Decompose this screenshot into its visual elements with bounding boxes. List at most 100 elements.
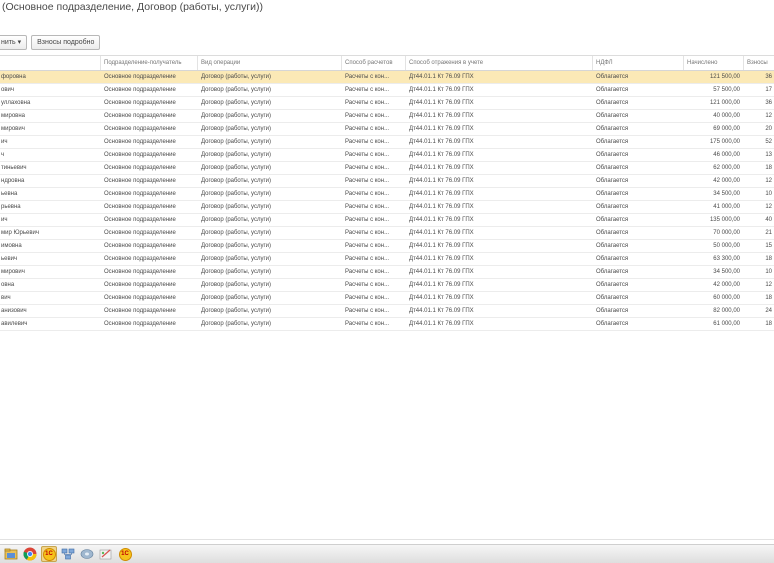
accounting-cell: Дт44.01.1 Кт 76.09 ГПХ — [409, 217, 474, 223]
chrome-icon[interactable] — [22, 546, 38, 562]
column-header-operation[interactable]: Вид операции — [197, 56, 341, 70]
column-header-ndfl[interactable]: НДФЛ — [592, 56, 683, 70]
contributions-cell: 15 — [765, 243, 772, 249]
accounting-cell: Дт44.01.1 Кт 76.09 ГПХ — [409, 269, 474, 275]
payment-method-cell: Расчеты с кон... — [345, 165, 390, 171]
table-row[interactable]: имовна Основное подразделение Договор (раб… — [0, 240, 774, 253]
disk-tool-icon[interactable] — [79, 546, 95, 562]
contributions-cell: 20 — [765, 126, 772, 132]
table-row[interactable]: мирович Основное подразделение Договор (ра… — [0, 123, 774, 136]
accrued-cell: 41 000,00 — [713, 204, 740, 210]
accrued-cell: 57 500,00 — [713, 87, 740, 93]
table-row[interactable]: мировна Основное подразделение Договор (ра… — [0, 110, 774, 123]
network-icon[interactable] — [60, 546, 76, 562]
operation-cell: Договор (работы, услуги) — [201, 282, 272, 288]
operation-cell: Договор (работы, услуги) — [201, 139, 272, 145]
column-header-contributions[interactable]: Взносы — [743, 56, 774, 70]
table-row[interactable]: ич Основное подразделение Договор (работы,… — [0, 214, 774, 227]
ndfl-cell: Облагается — [596, 243, 629, 249]
accounting-cell: Дт44.01.1 Кт 76.09 ГПХ — [409, 126, 474, 132]
table-row[interactable]: вич Основное подразделение Договор (работы… — [0, 292, 774, 305]
contributions-cell: 36 — [765, 100, 772, 106]
accrued-cell: 175 000,00 — [709, 139, 740, 145]
table-row[interactable]: мир Юрьевич Основное подразделение Договор… — [0, 227, 774, 240]
table-row[interactable]: тиньевич Основное подразделение Договор (р… — [0, 162, 774, 175]
department-cell: Основное подразделение — [104, 282, 176, 288]
1c-enterprise-icon[interactable]: 1С — [117, 546, 133, 562]
table-row[interactable]: ович Основное подразделение Договор (работ… — [0, 84, 774, 97]
ndfl-cell: Облагается — [596, 256, 629, 262]
person-cell: имовна — [1, 243, 22, 249]
table-row[interactable]: ндровна Основное подразделение Договор (ра… — [0, 175, 774, 188]
accrued-cell: 69 000,00 — [713, 126, 740, 132]
contributions-cell: 36 — [765, 74, 772, 80]
taskbar: 1С 1С — [0, 544, 774, 563]
person-cell: мирович — [1, 269, 25, 275]
contributions-details-button[interactable]: Взносы подробно — [31, 35, 101, 50]
accrued-cell: 42 000,00 — [713, 282, 740, 288]
fill-dropdown-button[interactable]: нить ▾ — [0, 35, 28, 50]
payment-method-cell: Расчеты с кон... — [345, 126, 390, 132]
column-header-payment-method[interactable]: Способ расчетов — [341, 56, 405, 70]
ndfl-cell: Облагается — [596, 269, 629, 275]
table-row-selected[interactable]: форовна Основное подразделение Договор (ра… — [0, 71, 774, 84]
ndfl-cell: Облагается — [596, 87, 629, 93]
department-cell: Основное подразделение — [104, 126, 176, 132]
accrued-cell: 46 000,00 — [713, 152, 740, 158]
table-row[interactable]: ч Основное подразделение Договор (работы, … — [0, 149, 774, 162]
contributions-cell: 21 — [765, 230, 772, 236]
status-divider — [0, 539, 774, 540]
table-row[interactable]: рьевна Основное подразделение Договор (раб… — [0, 201, 774, 214]
accounting-cell: Дт44.01.1 Кт 76.09 ГПХ — [409, 204, 474, 210]
accrued-cell: 135 000,00 — [709, 217, 740, 223]
accounting-cell: Дт44.01.1 Кт 76.09 ГПХ — [409, 230, 474, 236]
accounting-cell: Дт44.01.1 Кт 76.09 ГПХ — [409, 87, 474, 93]
table-row[interactable]: уллаховна Основное подразделение Договор (… — [0, 97, 774, 110]
table-row[interactable]: мирович Основное подразделение Договор (ра… — [0, 266, 774, 279]
person-cell: форовна — [1, 74, 26, 80]
accrued-cell: 40 000,00 — [713, 113, 740, 119]
contributions-cell: 18 — [765, 256, 772, 262]
accruals-table: Подразделение-получатель Вид операции Сп… — [0, 55, 774, 331]
paint-icon[interactable] — [98, 546, 114, 562]
contributions-cell: 24 — [765, 308, 772, 314]
operation-cell: Договор (работы, услуги) — [201, 204, 272, 210]
payment-method-cell: Расчеты с кон... — [345, 269, 390, 275]
ndfl-cell: Облагается — [596, 165, 629, 171]
person-cell: мировна — [1, 113, 25, 119]
accrued-cell: 61 000,00 — [713, 321, 740, 327]
ndfl-cell: Облагается — [596, 282, 629, 288]
department-cell: Основное подразделение — [104, 191, 176, 197]
column-header-person[interactable] — [0, 56, 100, 70]
contributions-cell: 12 — [765, 178, 772, 184]
accrued-cell: 121 500,00 — [709, 74, 740, 80]
column-header-accounting[interactable]: Способ отражения в учете — [405, 56, 592, 70]
person-cell: вич — [1, 295, 11, 301]
accounting-cell: Дт44.01.1 Кт 76.09 ГПХ — [409, 321, 474, 327]
column-header-department[interactable]: Подразделение-получатель — [100, 56, 197, 70]
operation-cell: Договор (работы, услуги) — [201, 243, 272, 249]
operation-cell: Договор (работы, услуги) — [201, 152, 272, 158]
table-row[interactable]: ьевна Основное подразделение Договор (рабо… — [0, 188, 774, 201]
column-header-accrued[interactable]: Начислено — [683, 56, 743, 70]
windows-explorer-icon[interactable] — [3, 546, 19, 562]
payment-method-cell: Расчеты с кон... — [345, 178, 390, 184]
table-row[interactable]: ьевич Основное подразделение Договор (рабо… — [0, 253, 774, 266]
table-row[interactable]: овна Основное подразделение Договор (работ… — [0, 279, 774, 292]
accounting-cell: Дт44.01.1 Кт 76.09 ГПХ — [409, 282, 474, 288]
payment-method-cell: Расчеты с кон... — [345, 230, 390, 236]
department-cell: Основное подразделение — [104, 243, 176, 249]
ndfl-cell: Облагается — [596, 191, 629, 197]
operation-cell: Договор (работы, услуги) — [201, 74, 272, 80]
1c-enterprise-icon[interactable]: 1С — [41, 546, 57, 562]
table-row[interactable]: анизович Основное подразделение Договор (р… — [0, 305, 774, 318]
person-cell: тиньевич — [1, 165, 27, 171]
accrued-cell: 34 500,00 — [713, 191, 740, 197]
person-cell: мирович — [1, 126, 25, 132]
person-cell: анизович — [1, 308, 27, 314]
operation-cell: Договор (работы, услуги) — [201, 217, 272, 223]
table-row[interactable]: авилевич Основное подразделение Договор (р… — [0, 318, 774, 331]
contributions-cell: 40 — [765, 217, 772, 223]
table-row[interactable]: ич Основное подразделение Договор (работы,… — [0, 136, 774, 149]
department-cell: Основное подразделение — [104, 230, 176, 236]
